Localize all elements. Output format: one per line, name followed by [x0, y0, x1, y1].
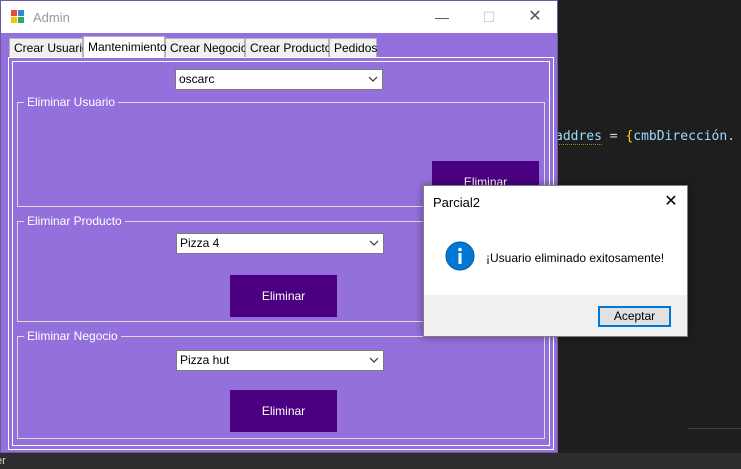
tab-strip: Crear Usuario Mantenimiento Crear Negoci…: [7, 36, 552, 58]
delete-business-group-label: Eliminar Negocio: [24, 329, 121, 343]
code-member: cmbDirección.: [633, 129, 736, 144]
title-bar[interactable]: Admin — ☐ ✕: [1, 1, 557, 33]
delete-user-group-label: Eliminar Usuario: [24, 95, 119, 109]
dialog-message: ¡Usuario eliminado exitosamente!: [486, 251, 665, 265]
delete-product-button[interactable]: Eliminar: [230, 275, 337, 317]
tab-crear-negocio[interactable]: Crear Negocio: [165, 38, 247, 58]
ide-status-bar: er: [0, 453, 741, 469]
chevron-down-icon: [369, 357, 379, 363]
close-button[interactable]: ✕: [512, 1, 558, 33]
ide-divider-right: [687, 428, 741, 429]
delete-product-group-label: Eliminar Producto: [24, 214, 125, 228]
dialog-footer: Aceptar: [424, 295, 687, 336]
tab-crear-producto[interactable]: Crear Producto: [245, 38, 331, 58]
code-operator: =: [601, 129, 626, 144]
tab-mantenimiento[interactable]: Mantenimiento: [83, 36, 167, 58]
window-title: Admin: [33, 10, 70, 25]
ide-status-text: er: [0, 455, 6, 467]
code-identifier: addres: [555, 129, 602, 145]
product-combo[interactable]: Pizza 4: [176, 233, 384, 254]
delete-business-button[interactable]: Eliminar: [230, 390, 337, 432]
code-line: addres = {cmbDirección.: [555, 127, 741, 147]
user-combo[interactable]: oscarc: [175, 69, 383, 90]
minimize-button[interactable]: —: [419, 1, 465, 33]
tab-crear-usuario[interactable]: Crear Usuario: [9, 38, 89, 58]
business-combo[interactable]: Pizza hut: [176, 350, 384, 371]
dialog-close-button[interactable]: ✕: [656, 189, 686, 215]
message-dialog: Parcial2 ✕ ¡Usuario eliminado exitosamen…: [423, 185, 688, 337]
dialog-title: Parcial2: [433, 195, 480, 210]
app-icon: [11, 10, 26, 24]
delete-business-group: Eliminar Negocio Pizza hut Eliminar: [17, 329, 545, 439]
tab-pedidos[interactable]: Pedidos: [329, 38, 377, 58]
info-icon: [445, 241, 475, 271]
maximize-button[interactable]: ☐: [466, 1, 512, 33]
ok-button[interactable]: Aceptar: [598, 306, 671, 327]
business-combo-value: Pizza hut: [180, 353, 230, 367]
user-combo-value: oscarc: [179, 72, 215, 86]
product-combo-value: Pizza 4: [180, 236, 220, 250]
chevron-down-icon: [368, 76, 378, 82]
chevron-down-icon: [369, 240, 379, 246]
